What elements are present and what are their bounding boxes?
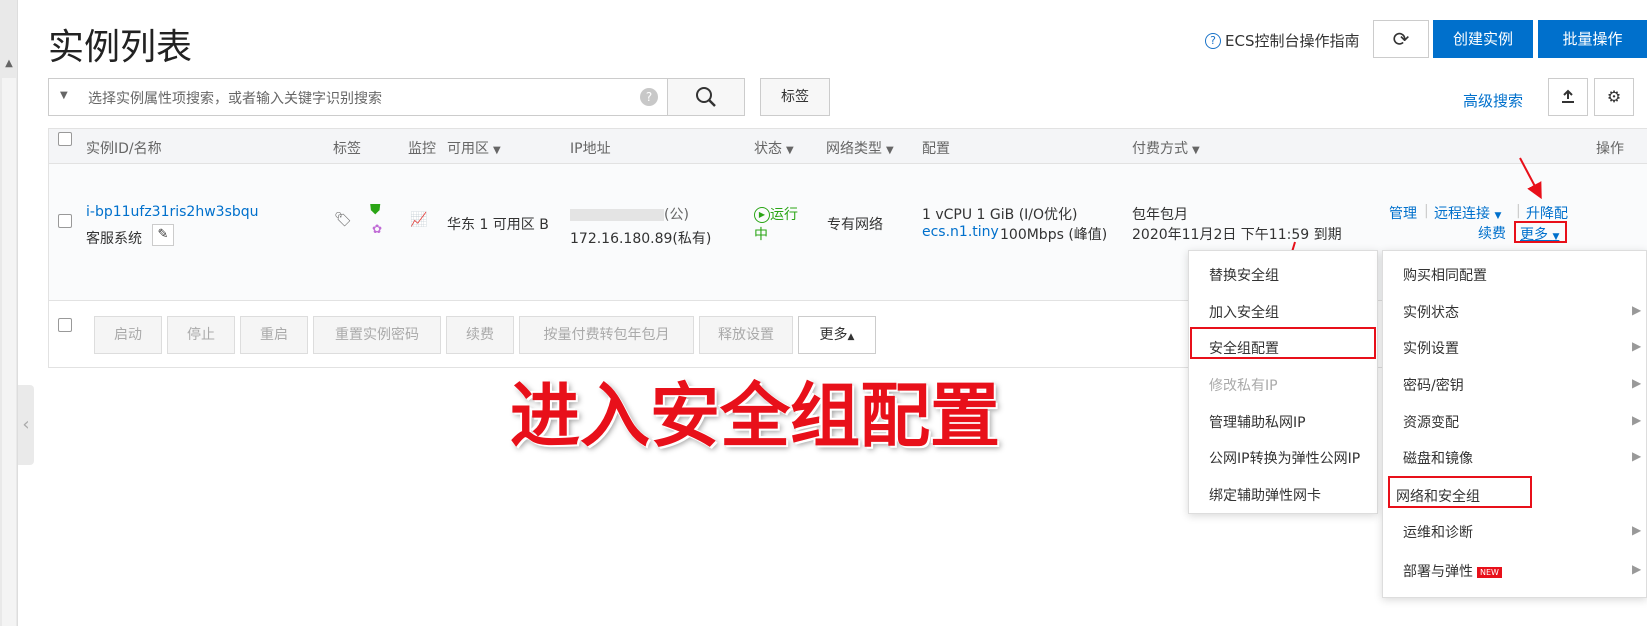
chevron-right-icon: ▶ — [1632, 339, 1642, 353]
create-instance-button[interactable]: 创建实例 — [1433, 20, 1533, 58]
stop-button[interactable]: 停止 — [167, 316, 235, 354]
select-all-checkbox[interactable] — [58, 132, 72, 146]
new-badge: NEW — [1477, 566, 1502, 578]
highlight-box-network-security — [1388, 476, 1532, 508]
chevron-right-icon: ▶ — [1632, 376, 1642, 390]
col-network: 网络类型 — [826, 141, 882, 157]
private-ip: 172.16.180.89(私有) — [570, 231, 712, 247]
footer-select-all-checkbox[interactable] — [58, 318, 72, 332]
col-status: 状态 — [754, 141, 782, 157]
chevron-right-icon: ▶ — [1632, 449, 1642, 463]
filter-caret-icon: ▼ — [786, 145, 794, 156]
search-placeholder: 选择实例属性项搜索，或者输入关键字识别搜索 — [88, 91, 382, 107]
chevron-right-icon: ▶ — [1632, 303, 1642, 317]
restart-button[interactable]: 重启 — [240, 316, 308, 354]
menu-item-disk-image[interactable]: 磁盘和镜像 — [1403, 448, 1473, 468]
menu-item-instance-settings[interactable]: 实例设置 — [1403, 338, 1459, 358]
network-type: 专有网络 — [827, 217, 883, 233]
bandwidth: 100Mbps (峰值) — [1000, 227, 1108, 243]
agent-status-icon: ✿ — [372, 222, 383, 236]
tag-icon[interactable]: 🏷 — [334, 212, 352, 228]
security-shield-icon: ⛊ — [370, 202, 381, 218]
search-help-icon[interactable]: ? — [640, 88, 658, 106]
convert-billing-button[interactable]: 按量付费转包年包月 — [519, 316, 694, 354]
export-icon — [1562, 89, 1574, 103]
sidebar-collapse-handle[interactable]: ‹ — [18, 385, 34, 465]
redacted-ip-mask — [570, 209, 664, 221]
col-zone: 可用区 — [447, 141, 489, 157]
refresh-button[interactable]: ⟳ — [1373, 20, 1429, 58]
export-button[interactable] — [1548, 78, 1588, 116]
renew-button[interactable]: 续费 — [446, 316, 514, 354]
batch-operation-button[interactable]: 批量操作 — [1538, 20, 1647, 58]
search-filter-dropdown-icon[interactable]: ▼ — [60, 90, 68, 101]
filter-caret-icon: ▼ — [886, 145, 894, 156]
col-network-header[interactable]: 网络类型 ▼ — [826, 138, 894, 158]
chevron-right-icon: ▶ — [1632, 523, 1642, 537]
menu-item-convert-eip[interactable]: 公网IP转换为弹性公网IP — [1209, 448, 1360, 468]
instance-type-link[interactable]: ecs.n1.tiny — [922, 224, 999, 240]
deploy-elastic-label: 部署与弹性 — [1403, 564, 1473, 580]
reset-password-button[interactable]: 重置实例密码 — [313, 316, 441, 354]
page-title: 实例列表 — [48, 27, 193, 68]
config-spec: 1 vCPU 1 GiB (I/O优化) — [922, 207, 1078, 223]
menu-item-join-security-group[interactable]: 加入安全组 — [1209, 302, 1279, 322]
menu-item-deploy-elastic[interactable]: 部署与弹性 NEW — [1403, 561, 1502, 581]
menu-item-instance-status[interactable]: 实例状态 — [1403, 302, 1459, 322]
col-config: 配置 — [922, 141, 950, 157]
menu-item-replace-security-group[interactable]: 替换安全组 — [1209, 265, 1279, 285]
menu-item-manage-secondary-ip[interactable]: 管理辅助私网IP — [1209, 412, 1306, 432]
start-button[interactable]: 启动 — [94, 316, 162, 354]
menu-item-buy-same[interactable]: 购买相同配置 — [1403, 265, 1487, 285]
status-line2: 中 — [754, 227, 768, 243]
instance-id-link[interactable]: i-bp11ufz31ris2hw3sbqu — [86, 204, 259, 220]
menu-item-ops-diagnose[interactable]: 运维和诊断 — [1403, 522, 1473, 542]
zone-value: 华东 1 可用区 B — [447, 217, 549, 233]
sort-caret-icon: ▼ — [493, 145, 501, 156]
col-status-header[interactable]: 状态 ▼ — [754, 138, 794, 158]
col-id-name: 实例ID/名称 — [86, 141, 162, 157]
refresh-icon: ⟳ — [1392, 27, 1410, 51]
footer-more-button[interactable]: 更多▲ — [798, 316, 876, 354]
annotation-text: 进入安全组配置 — [510, 375, 1000, 457]
search-button[interactable] — [667, 78, 745, 116]
menu-item-bind-eni[interactable]: 绑定辅助弹性网卡 — [1209, 485, 1321, 505]
left-scrollbar[interactable] — [2, 78, 16, 626]
chevron-right-icon: ▶ — [1632, 413, 1642, 427]
col-ip: IP地址 — [570, 141, 611, 157]
menu-item-password-key[interactable]: 密码/密钥 — [1403, 375, 1464, 395]
console-guide-link[interactable]: ? ECS控制台操作指南 — [1205, 30, 1359, 51]
public-ip-suffix: (公) — [664, 207, 689, 223]
footer-more-label: 更多 — [819, 327, 848, 343]
col-tag: 标签 — [333, 141, 361, 157]
release-settings-button[interactable]: 释放设置 — [699, 316, 793, 354]
menu-item-resource-change[interactable]: 资源变配 — [1403, 412, 1459, 432]
scroll-up-icon[interactable]: ▲ — [2, 58, 16, 72]
instance-name: 客服系统 — [86, 231, 142, 247]
help-circle-icon: ? — [1205, 32, 1221, 49]
status-line1: 运行 — [770, 207, 798, 223]
chevron-up-icon: ▲ — [847, 332, 855, 342]
row-checkbox[interactable] — [58, 214, 72, 228]
menu-item-modify-private-ip[interactable]: 修改私有IP — [1209, 375, 1278, 395]
tag-filter-button[interactable]: 标签 — [760, 78, 830, 116]
chevron-right-icon: ▶ — [1632, 562, 1642, 576]
arrow-to-more — [1519, 157, 1542, 200]
public-ip: (公) — [570, 204, 689, 224]
advanced-search-link[interactable]: 高级搜索 — [1463, 90, 1523, 111]
gear-icon: ⚙ — [1606, 87, 1622, 106]
monitor-chart-icon[interactable]: 📈 — [410, 212, 427, 228]
col-zone-header[interactable]: 可用区 ▼ — [447, 138, 501, 158]
highlight-box-security-config — [1190, 327, 1376, 359]
col-monitor: 监控 — [408, 141, 436, 157]
search-icon — [696, 87, 716, 107]
edit-name-icon[interactable]: ✎ — [152, 224, 174, 246]
status-running: ▶ 运行 — [754, 204, 798, 224]
play-circle-icon: ▶ — [754, 207, 770, 223]
settings-button[interactable]: ⚙ — [1594, 78, 1634, 116]
console-guide-label: ECS控制台操作指南 — [1225, 32, 1360, 50]
